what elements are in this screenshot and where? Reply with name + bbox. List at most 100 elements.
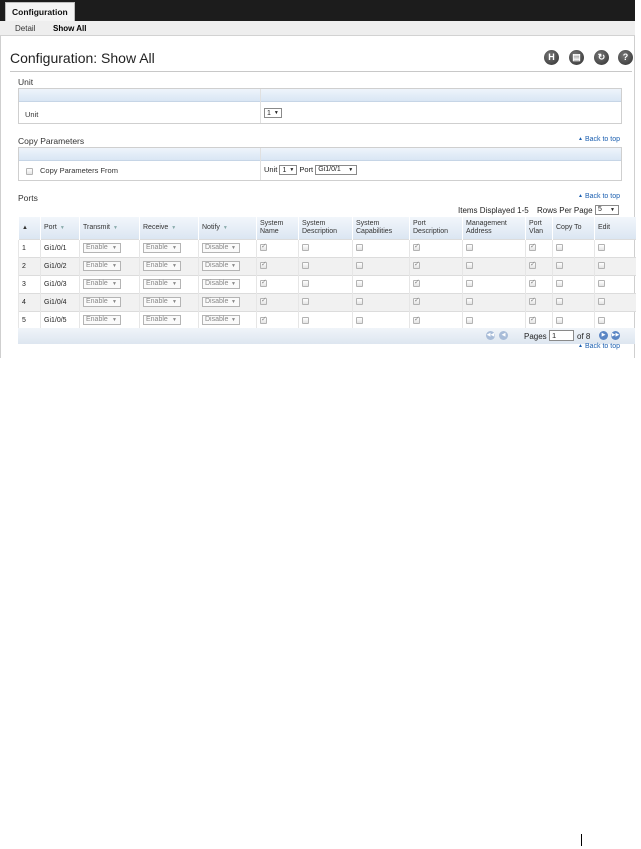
receive-select[interactable]: Enable ▼ bbox=[143, 243, 181, 253]
subnav-show-all[interactable]: Show All bbox=[53, 24, 86, 33]
system-description-checkbox[interactable] bbox=[302, 262, 309, 270]
row-port: Gi1/0/1 bbox=[40, 238, 80, 257]
receive-select[interactable]: Enable ▼ bbox=[143, 279, 181, 289]
transmit-select[interactable]: Enable ▼ bbox=[83, 279, 121, 289]
copy-column-divider bbox=[260, 148, 261, 180]
notify-select[interactable]: Disable ▼ bbox=[202, 297, 240, 307]
subnav-detail[interactable]: Detail bbox=[15, 24, 35, 33]
col-transmit[interactable]: Transmit ▼ bbox=[79, 217, 140, 239]
sort-column-header[interactable]: ▲ bbox=[18, 217, 41, 239]
back-to-top-link[interactable]: Back to top bbox=[578, 136, 620, 143]
help-icon[interactable]: ? bbox=[618, 50, 633, 65]
row-port-description-cell bbox=[409, 292, 463, 311]
row-transmit-cell: Enable ▼ bbox=[79, 256, 140, 275]
system-name-checkbox[interactable] bbox=[260, 315, 267, 324]
back-to-top-link-bottom[interactable]: Back to top bbox=[578, 343, 620, 350]
copy-to-checkbox[interactable] bbox=[556, 298, 563, 306]
transmit-select[interactable]: Enable ▼ bbox=[83, 315, 121, 326]
receive-value: Enable bbox=[146, 280, 168, 287]
system-capabilities-checkbox[interactable] bbox=[356, 298, 363, 306]
receive-value: Enable bbox=[146, 298, 168, 305]
port-description-checkbox[interactable] bbox=[413, 315, 420, 324]
previous-page-icon[interactable]: ◀ bbox=[499, 331, 508, 340]
back-to-top-link[interactable]: Back to top bbox=[578, 193, 620, 200]
system-capabilities-checkbox[interactable] bbox=[356, 262, 363, 270]
system-capabilities-checkbox[interactable] bbox=[356, 244, 363, 252]
copy-parameters-checkbox[interactable] bbox=[26, 168, 33, 176]
port-description-checkbox[interactable] bbox=[413, 296, 420, 306]
rows-per-page-select[interactable]: 5 ▼ bbox=[595, 205, 619, 215]
col-notify[interactable]: Notify ▼ bbox=[198, 217, 257, 239]
col-port[interactable]: Port ▼ bbox=[40, 217, 80, 239]
copy-port-select[interactable]: Gi1/0/1 ▼ bbox=[315, 165, 358, 176]
last-page-icon[interactable]: ▶▶ bbox=[611, 331, 620, 340]
management-address-checkbox[interactable] bbox=[466, 316, 473, 324]
row-port-vlan-cell bbox=[525, 292, 553, 311]
transmit-select[interactable]: Enable ▼ bbox=[83, 261, 121, 271]
unit-select[interactable]: 1 ▼ bbox=[264, 108, 282, 118]
edit-checkbox[interactable] bbox=[598, 298, 605, 306]
system-description-checkbox[interactable] bbox=[302, 298, 309, 306]
chevron-down-icon: ▼ bbox=[231, 245, 236, 251]
system-description-checkbox[interactable] bbox=[302, 316, 309, 324]
receive-select[interactable]: Enable ▼ bbox=[143, 261, 181, 271]
copy-to-checkbox[interactable] bbox=[556, 262, 563, 270]
row-port-vlan-cell bbox=[525, 310, 553, 329]
save-icon[interactable]: H bbox=[544, 50, 559, 65]
unit-select-value: 1 bbox=[267, 110, 271, 117]
copy-to-checkbox[interactable] bbox=[556, 244, 563, 252]
management-address-checkbox[interactable] bbox=[466, 262, 473, 270]
port-description-checkbox[interactable] bbox=[413, 278, 420, 288]
port-description-checkbox[interactable] bbox=[413, 242, 420, 252]
port-description-checkbox[interactable] bbox=[413, 260, 420, 270]
edit-checkbox[interactable] bbox=[598, 316, 605, 324]
receive-select[interactable]: Enable ▼ bbox=[143, 315, 181, 326]
transmit-select[interactable]: Enable ▼ bbox=[83, 297, 121, 307]
system-name-checkbox[interactable] bbox=[260, 278, 267, 288]
system-description-checkbox[interactable] bbox=[302, 244, 309, 252]
refresh-icon[interactable]: ↻ bbox=[594, 50, 609, 65]
copy-unit-select[interactable]: 1 ▼ bbox=[279, 165, 298, 176]
tab-configuration[interactable]: Configuration bbox=[5, 2, 75, 21]
port-vlan-checkbox[interactable] bbox=[529, 296, 536, 306]
content-frame-left bbox=[0, 36, 1, 358]
system-name-checkbox[interactable] bbox=[260, 242, 267, 252]
row-system-description-cell bbox=[298, 256, 353, 275]
notify-select[interactable]: Disable ▼ bbox=[202, 279, 240, 289]
notify-select[interactable]: Disable ▼ bbox=[202, 315, 240, 326]
system-description-checkbox[interactable] bbox=[302, 280, 309, 288]
port-vlan-checkbox[interactable] bbox=[529, 315, 536, 324]
page-number-input[interactable]: 1 bbox=[549, 330, 574, 341]
transmit-select[interactable]: Enable ▼ bbox=[83, 243, 121, 253]
receive-select[interactable]: Enable ▼ bbox=[143, 297, 181, 307]
sort-icon: ▼ bbox=[222, 224, 228, 231]
notify-select[interactable]: Disable ▼ bbox=[202, 261, 240, 271]
sort-icon: ▼ bbox=[171, 224, 177, 231]
edit-checkbox[interactable] bbox=[598, 280, 605, 288]
system-name-checkbox[interactable] bbox=[260, 296, 267, 306]
system-name-checkbox[interactable] bbox=[260, 260, 267, 270]
next-page-icon[interactable]: ▶ bbox=[599, 331, 608, 340]
copy-to-checkbox[interactable] bbox=[556, 280, 563, 288]
management-address-checkbox[interactable] bbox=[466, 298, 473, 306]
edit-checkbox[interactable] bbox=[598, 244, 605, 252]
notify-select[interactable]: Disable ▼ bbox=[202, 243, 240, 253]
port-vlan-checkbox[interactable] bbox=[529, 260, 536, 270]
port-vlan-checkbox[interactable] bbox=[529, 242, 536, 252]
management-address-checkbox[interactable] bbox=[466, 244, 473, 252]
system-capabilities-checkbox[interactable] bbox=[356, 316, 363, 324]
first-page-icon[interactable]: ◀◀ bbox=[486, 331, 495, 340]
col-receive[interactable]: Receive ▼ bbox=[139, 217, 199, 239]
col-port-vlan: Port Vlan bbox=[525, 217, 553, 239]
print-icon[interactable]: ▤ bbox=[569, 50, 584, 65]
port-vlan-checkbox[interactable] bbox=[529, 278, 536, 288]
row-edit-cell bbox=[594, 310, 636, 329]
rows-per-page-value: 5 bbox=[598, 206, 602, 213]
edit-checkbox[interactable] bbox=[598, 262, 605, 270]
row-receive-cell: Enable ▼ bbox=[139, 292, 199, 311]
copy-to-checkbox[interactable] bbox=[556, 316, 563, 324]
system-capabilities-checkbox[interactable] bbox=[356, 280, 363, 288]
row-notify-cell: Disable ▼ bbox=[198, 256, 257, 275]
row-system-name-cell bbox=[256, 310, 299, 329]
management-address-checkbox[interactable] bbox=[466, 280, 473, 288]
